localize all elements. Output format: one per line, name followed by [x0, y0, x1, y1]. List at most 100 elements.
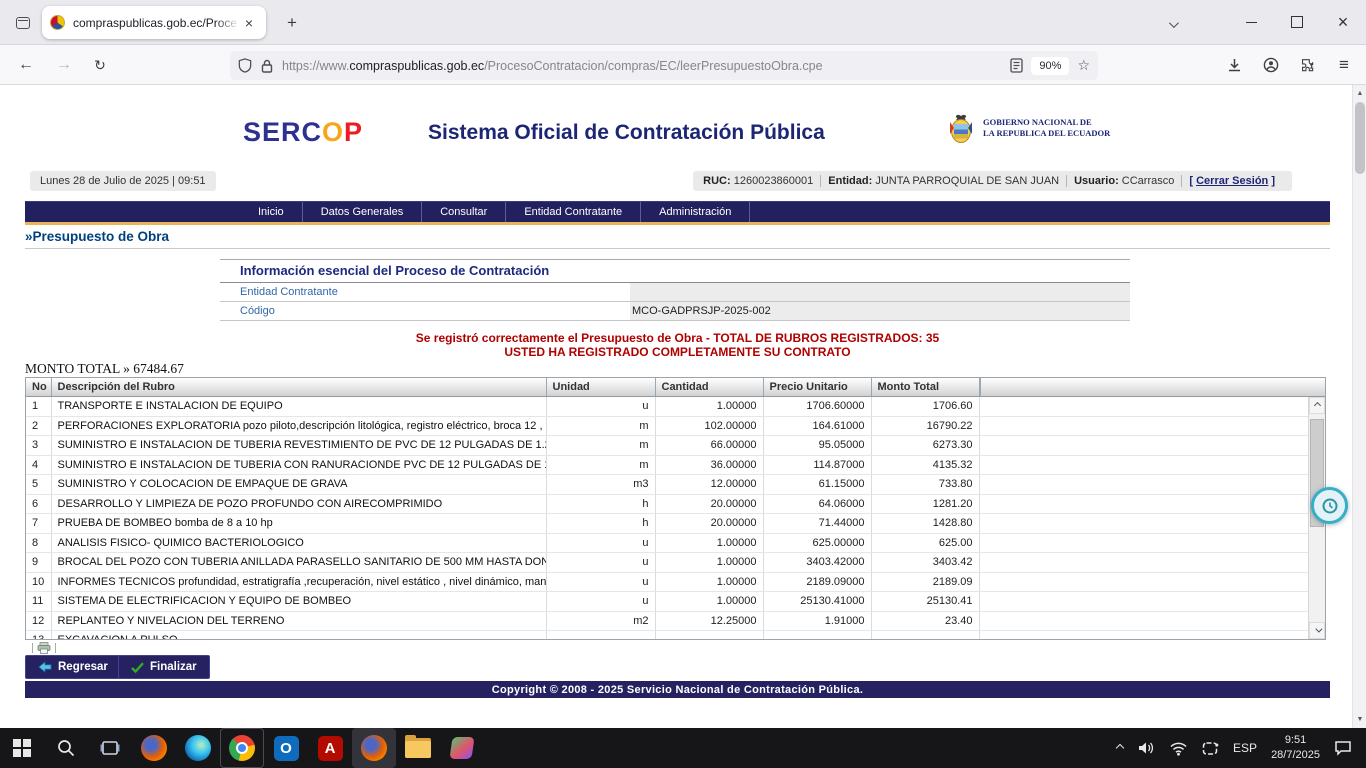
task-view-icon[interactable] [88, 728, 132, 768]
table-rows: 1 TRANSPORTE E INSTALACION DE EQUIPO u 1… [26, 397, 1309, 639]
info-row: Código MCO-GADPRSJP-2025-002 [220, 302, 1130, 321]
table-row[interactable]: 6 DESARROLLO Y LIMPIEZA DE POZO PROFUNDO… [26, 494, 1309, 514]
firefox-active-icon[interactable] [352, 728, 396, 768]
firefox-view-icon[interactable] [10, 10, 36, 36]
url-text[interactable]: https://www.compraspublicas.gob.ec/Proce… [282, 59, 1002, 73]
lock-icon[interactable] [261, 59, 273, 73]
cell-unidad: m [546, 455, 655, 475]
cell-unidad: h [546, 494, 655, 514]
search-icon[interactable] [44, 728, 88, 768]
table-row[interactable]: 2 PERFORACIONES EXPLORATORIA pozo piloto… [26, 416, 1309, 436]
column-header[interactable]: No [26, 378, 51, 396]
datetime-badge: Lunes 28 de Julio de 2025 | 09:51 [30, 171, 216, 191]
minimize-button[interactable] [1228, 0, 1274, 44]
table-row[interactable]: 7 PRUEBA DE BOMBEO bomba de 8 a 10 hp h … [26, 514, 1309, 534]
table-row[interactable]: 8 ANALISIS FISICO- QUIMICO BACTERIOLOGIC… [26, 533, 1309, 553]
ecuador-coat-of-arms [945, 110, 977, 146]
language-indicator[interactable]: ESP [1233, 741, 1257, 755]
cell-unidad: m [546, 416, 655, 436]
regresar-button[interactable]: Regresar [25, 655, 121, 679]
page-scrollbar[interactable] [1352, 85, 1366, 728]
printer-icon[interactable] [37, 642, 51, 654]
table-row[interactable]: 12 REPLANTEO Y NIVELACION DEL TERRENO m2… [26, 611, 1309, 631]
table-row[interactable]: 13 EXCAVACION A PULSO [26, 631, 1309, 639]
table-row[interactable]: 10 INFORMES TECNICOS profundidad, estrat… [26, 572, 1309, 592]
new-tab-button[interactable] [280, 11, 304, 35]
entidad-value: JUNTA PARROQUIAL DE SAN JUAN [875, 175, 1059, 187]
maximize-button[interactable] [1274, 0, 1320, 44]
zoom-level-badge[interactable]: 90% [1031, 57, 1069, 75]
floating-extension-button[interactable] [1311, 487, 1348, 524]
nav-menu-item[interactable]: Inicio [240, 202, 303, 222]
nav-menu-item[interactable]: Datos Generales [303, 202, 423, 222]
cell-monto-total [871, 631, 979, 639]
table-row[interactable]: 4 SUMINISTRO E INSTALACION DE TUBERIA CO… [26, 455, 1309, 475]
browser-titlebar: compraspublicas.gob.ec/Proce [0, 0, 1366, 45]
page-scroll-down-icon[interactable] [1353, 712, 1366, 727]
cell-no: 5 [26, 475, 51, 495]
column-header[interactable]: Monto Total [871, 378, 979, 396]
table-scroll-down-icon[interactable] [1309, 622, 1325, 639]
outlook-icon[interactable]: O [264, 728, 308, 768]
tab-close-icon[interactable] [240, 14, 258, 32]
bookmark-star-icon[interactable] [1077, 57, 1090, 74]
firefox-icon[interactable] [132, 728, 176, 768]
reader-mode-icon[interactable] [1010, 58, 1023, 73]
account-icon[interactable] [1257, 52, 1285, 78]
cell-descripcion: SUMINISTRO E INSTALACION DE TUBERIA REVE… [51, 436, 546, 456]
table-row[interactable]: 9 BROCAL DEL POZO CON TUBERIA ANILLADA P… [26, 553, 1309, 573]
shield-icon[interactable] [238, 58, 252, 73]
acrobat-icon[interactable]: A [308, 728, 352, 768]
cell-precio-unitario: 64.06000 [763, 494, 871, 514]
usuario-label: Usuario: [1074, 175, 1119, 187]
column-header[interactable]: Unidad [546, 378, 655, 396]
hamburger-menu-icon[interactable] [1330, 52, 1358, 78]
table-row[interactable]: 1 TRANSPORTE E INSTALACION DE EQUIPO u 1… [26, 397, 1309, 417]
cell-no: 8 [26, 533, 51, 553]
cell-precio-unitario: 71.44000 [763, 514, 871, 534]
header-filler [980, 378, 1326, 397]
reload-button[interactable] [86, 52, 114, 78]
cell-cantidad: 1.00000 [655, 533, 763, 553]
clock[interactable]: 9:51 28/7/2025 [1271, 733, 1320, 763]
extensions-puzzle-icon[interactable] [1293, 52, 1321, 78]
table-scroll-up-icon[interactable] [1309, 397, 1325, 414]
hidden-icons-chevron[interactable] [1116, 744, 1124, 752]
forward-button[interactable] [50, 52, 78, 78]
downloads-icon[interactable] [1220, 52, 1248, 78]
notifications-icon[interactable] [1334, 740, 1352, 756]
table-row[interactable]: 3 SUMINISTRO E INSTALACION DE TUBERIA RE… [26, 436, 1309, 456]
nav-gold-divider [25, 222, 1330, 225]
cell-precio-unitario: 2189.09000 [763, 572, 871, 592]
wifi-icon[interactable] [1169, 741, 1188, 756]
cell-monto-total: 3403.42 [871, 553, 979, 573]
table-row[interactable]: 11 SISTEMA DE ELECTRIFICACION Y EQUIPO D… [26, 592, 1309, 612]
page-scrollbar-thumb[interactable] [1355, 102, 1365, 174]
nav-menu-item[interactable]: Consultar [422, 202, 506, 222]
page-scroll-up-icon[interactable] [1353, 86, 1366, 101]
list-all-tabs-icon[interactable] [1160, 14, 1184, 34]
logout-link[interactable]: [ Cerrar Sesión ] [1181, 175, 1282, 187]
finalizar-button[interactable]: Finalizar [118, 655, 210, 679]
close-window-button[interactable] [1320, 0, 1366, 44]
edge-icon[interactable] [176, 728, 220, 768]
start-button[interactable] [0, 728, 44, 768]
url-bar[interactable]: https://www.compraspublicas.gob.ec/Proce… [230, 51, 1098, 80]
cell-precio-unitario: 625.00000 [763, 533, 871, 553]
nav-menu-item[interactable]: Entidad Contratante [506, 202, 641, 222]
table-row[interactable]: 5 SUMINISTRO Y COLOCACION DE EMPAQUE DE … [26, 475, 1309, 495]
cell-precio-unitario: 164.61000 [763, 416, 871, 436]
column-header[interactable]: Precio Unitario [763, 378, 871, 396]
column-header[interactable]: Descripción del Rubro [51, 378, 546, 396]
nav-menu-item[interactable]: Administración [641, 202, 750, 222]
page-title: Sistema Oficial de Contratación Pública [428, 121, 825, 145]
volume-icon[interactable] [1137, 740, 1155, 756]
file-explorer-icon[interactable] [396, 728, 440, 768]
tab-title: compraspublicas.gob.ec/Proce [73, 16, 240, 30]
browser-tab[interactable]: compraspublicas.gob.ec/Proce [42, 6, 266, 39]
chrome-icon[interactable] [220, 728, 264, 768]
back-button[interactable] [12, 52, 40, 78]
screen-snip-icon[interactable] [1202, 741, 1219, 756]
capture-tool-icon[interactable] [440, 728, 484, 768]
column-header[interactable]: Cantidad [655, 378, 763, 396]
